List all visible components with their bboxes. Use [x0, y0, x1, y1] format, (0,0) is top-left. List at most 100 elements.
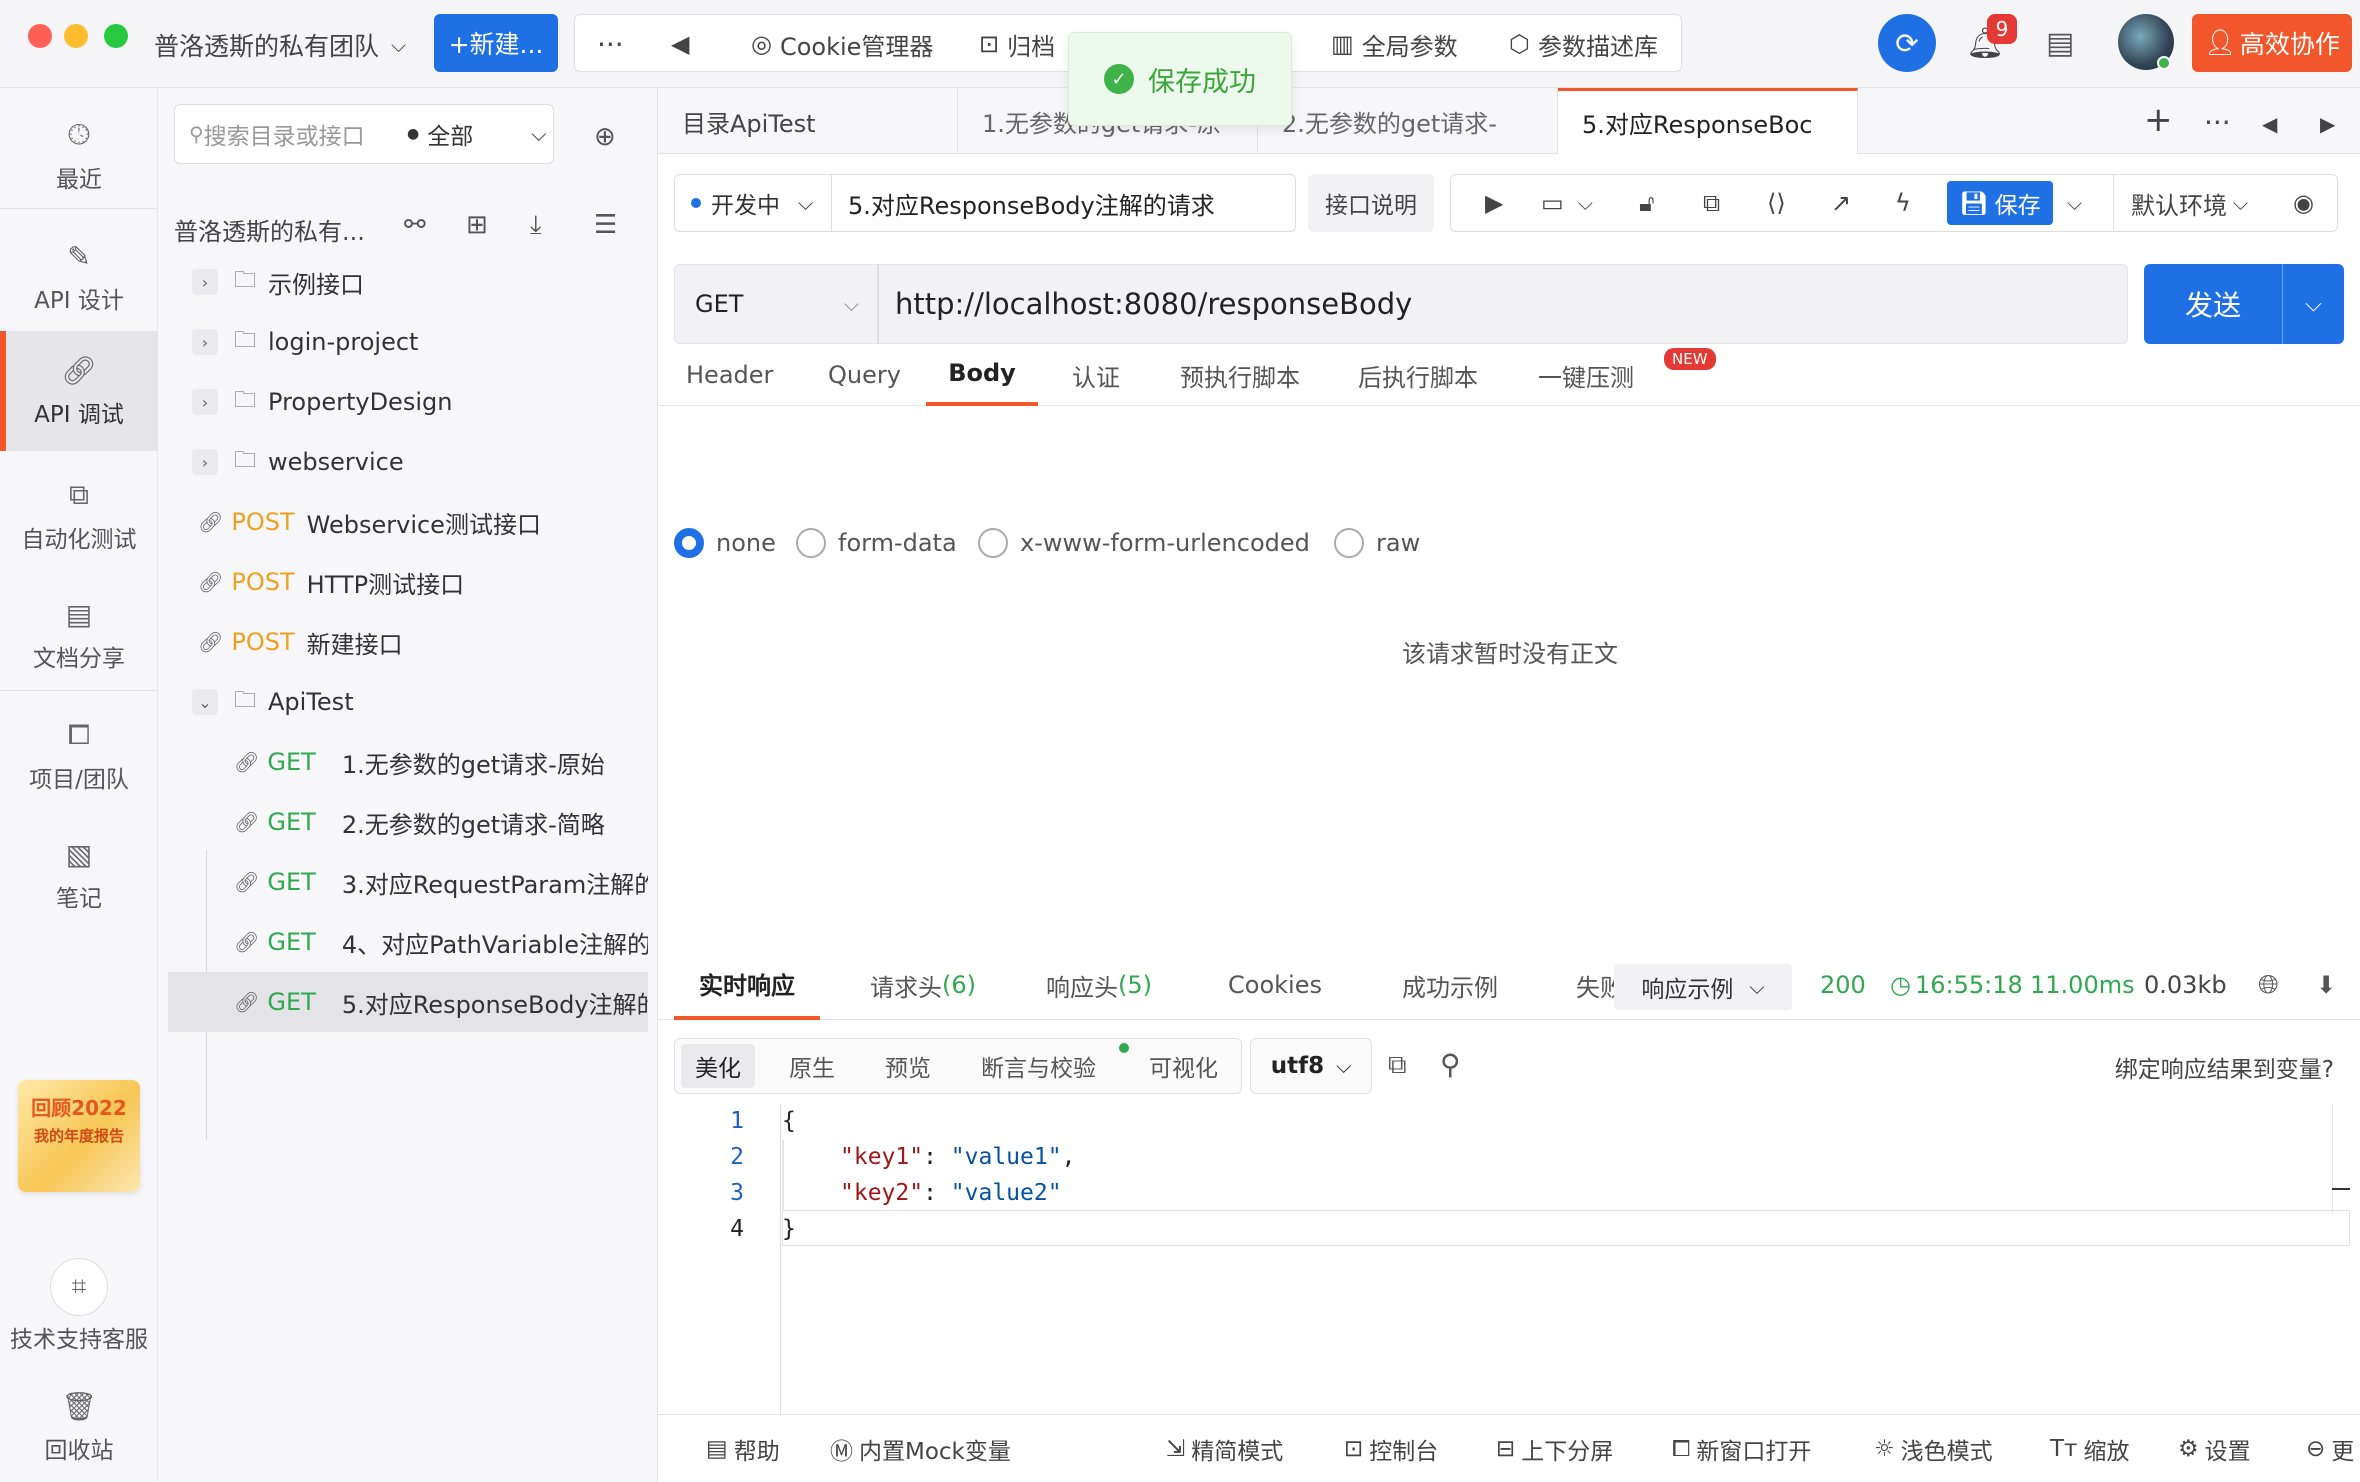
- chevron-down-icon[interactable]: ⌵: [2283, 292, 2344, 317]
- search-icon[interactable]: ⚲: [1440, 1048, 1461, 1081]
- tree-folder[interactable]: › 🗀︎ PropertyDesign: [158, 372, 658, 432]
- nav-recent[interactable]: 🕓︎ 最近: [0, 118, 158, 194]
- tab-fail-example[interactable]: 失败: [1576, 950, 1614, 1020]
- tab-cookies[interactable]: Cookies: [1228, 950, 1322, 1020]
- url-input[interactable]: http://localhost:8080/responseBody: [878, 264, 2128, 344]
- tab-pre-script[interactable]: 预执行脚本: [1180, 344, 1300, 406]
- more-button[interactable]: ···: [597, 15, 624, 73]
- new-folder-icon[interactable]: ⊞: [466, 210, 488, 240]
- console-button[interactable]: ⊡ 控制台: [1344, 1415, 1438, 1482]
- nav-notes[interactable]: ▧ 笔记: [0, 838, 158, 913]
- tab-load-test[interactable]: 一键压测: [1538, 344, 1634, 406]
- new-window-button[interactable]: ⧠ 新窗口打开: [1672, 1415, 1811, 1482]
- mock-vars-button[interactable]: Ⓜ 内置Mock变量: [830, 1415, 1011, 1482]
- compact-mode-button[interactable]: ⇲ 精简模式: [1166, 1415, 1283, 1482]
- bind-response-link[interactable]: 绑定响应结果到变量?: [2115, 1050, 2334, 1084]
- tab-body[interactable]: Body: [926, 344, 1038, 406]
- view-preview[interactable]: 预览: [885, 1039, 931, 1093]
- triangle-left-icon[interactable]: ◀: [2262, 112, 2277, 136]
- nav-auto-test[interactable]: ⧉ 自动化测试: [0, 478, 158, 554]
- maximize-window-button[interactable]: [104, 24, 128, 48]
- api-doc-button[interactable]: 接口说明: [1308, 174, 1434, 232]
- tree-api-item[interactable]: 🔗︎ GET 1.无参数的get请求-原始: [158, 732, 658, 792]
- format-menu[interactable]: ▭ ⌵: [1541, 175, 1593, 231]
- save-button[interactable]: 💾︎ 保存: [1947, 181, 2053, 225]
- team-switcher[interactable]: 普洛透斯的私有团队 ⌵: [154, 27, 406, 63]
- tree-api-item[interactable]: 🔗︎ POST Webservice测试接口: [158, 492, 658, 552]
- request-name-input[interactable]: 5.对应ResponseBody注解的请求: [832, 174, 1296, 232]
- back-button[interactable]: ◀: [671, 15, 689, 73]
- lock-icon[interactable]: 🔓︎: [1639, 175, 1655, 231]
- more-footer-button[interactable]: ⊖ 更: [2306, 1415, 2360, 1482]
- code-icon[interactable]: ⟨⟩: [1767, 175, 1786, 231]
- new-button[interactable]: +新建...: [434, 14, 558, 72]
- collaborate-button[interactable]: 👤︎ 高效协作: [2192, 14, 2352, 72]
- tree-folder-open[interactable]: ⌄ 🗀︎ ApiTest: [158, 672, 658, 732]
- close-window-button[interactable]: [28, 24, 52, 48]
- save-menu-chevron-down-icon[interactable]: ⌵: [2067, 175, 2082, 231]
- tree-folder[interactable]: › 🗀︎ login-project: [158, 312, 658, 372]
- tree-api-item[interactable]: 🔗︎ POST HTTP测试接口: [158, 552, 658, 612]
- support-button[interactable]: ⌗: [50, 1258, 108, 1316]
- more-icon[interactable]: ···: [2204, 106, 2231, 139]
- tree-api-item[interactable]: 🔗︎ POST 新建接口: [158, 612, 658, 672]
- tree-folder[interactable]: › 🗀︎ webservice: [158, 432, 658, 492]
- tree-folder[interactable]: › 🗀︎ 示例接口: [158, 252, 658, 312]
- globe-icon[interactable]: 🌐︎: [2258, 950, 2279, 1020]
- body-type-urlencoded[interactable]: x-www-form-urlencoded: [978, 528, 1310, 558]
- import-icon[interactable]: ⤓: [530, 210, 542, 241]
- nav-trash[interactable]: 🗑︎ 回收站: [0, 1390, 158, 1465]
- share-icon[interactable]: ↗: [1831, 175, 1851, 231]
- tree-search-input[interactable]: ⚲ 搜索目录或接口 ● 全部 ⌵: [174, 104, 554, 164]
- nav-projects[interactable]: ⧠ 项目/团队: [0, 718, 158, 794]
- tab-auth[interactable]: 认证: [1072, 344, 1120, 406]
- download-icon[interactable]: ⬇: [2316, 950, 2336, 1020]
- locate-icon[interactable]: ⊕: [594, 122, 616, 152]
- response-example-select[interactable]: 响应示例 ⌵: [1614, 964, 1792, 1010]
- filter-select[interactable]: ● 全部 ⌵: [407, 105, 546, 163]
- nav-api-debug[interactable]: 🔗︎ API 调试: [0, 331, 158, 451]
- cookie-manager-button[interactable]: ◎ Cookie管理器: [751, 15, 933, 73]
- note-icon[interactable]: ▤: [2046, 26, 2074, 61]
- status-select[interactable]: 开发中 ⌵: [674, 174, 832, 232]
- view-visualize[interactable]: 可视化: [1149, 1039, 1218, 1093]
- environment-select[interactable]: 默认环境 ⌵: [2131, 175, 2248, 231]
- settings-button[interactable]: ⚙ 设置: [2178, 1415, 2251, 1482]
- body-type-raw[interactable]: raw: [1334, 528, 1420, 558]
- triangle-right-icon[interactable]: ▶: [2320, 112, 2335, 136]
- body-type-none[interactable]: none: [674, 528, 776, 558]
- flash-icon[interactable]: ϟ: [1895, 175, 1911, 231]
- eye-icon[interactable]: ◉: [2293, 175, 2314, 231]
- tab-apitest[interactable]: 目录ApiTest: [658, 88, 958, 154]
- tree-api-item-selected[interactable]: 🔗︎ GET 5.对应ResponseBody注解的: [168, 972, 648, 1032]
- zoom-button[interactable]: Tт 缩放: [2050, 1415, 2129, 1482]
- tab-response-headers[interactable]: 响应头 (5): [1046, 950, 1152, 1020]
- tab-success-example[interactable]: 成功示例: [1402, 950, 1498, 1020]
- nav-api-design[interactable]: ✎ API 设计: [0, 240, 158, 315]
- tab-get-2[interactable]: 2.无参数的get请求-: [1258, 88, 1558, 154]
- tree-api-item[interactable]: 🔗︎ GET 4、对应PathVariable注解的: [158, 912, 648, 972]
- sync-button[interactable]: ⟳: [1878, 14, 1936, 72]
- minimap[interactable]: [2332, 1104, 2350, 1214]
- tab-header[interactable]: Header: [686, 344, 773, 406]
- send-button[interactable]: 发送 ⌵: [2144, 264, 2344, 344]
- tab-post-script[interactable]: 后执行脚本: [1358, 344, 1478, 406]
- year-report-banner[interactable]: 回顾2022 我的年度报告: [18, 1080, 140, 1192]
- add-tab-icon[interactable]: +: [2144, 100, 2173, 140]
- view-assertions[interactable]: 断言与校验: [981, 1039, 1096, 1093]
- response-code-editor[interactable]: 1 2 3 4 { "key1": "value1", "key2": "val…: [658, 1104, 2360, 1434]
- add-api-icon[interactable]: ⚯: [404, 210, 426, 240]
- tab-query[interactable]: Query: [828, 344, 901, 406]
- light-mode-button[interactable]: ☼ 浅色模式: [1874, 1415, 1993, 1482]
- split-view-button[interactable]: ⊟ 上下分屏: [1496, 1415, 1613, 1482]
- tab-get-5[interactable]: 5.对应ResponseBoc: [1558, 88, 1858, 154]
- tab-live-response[interactable]: 实时响应: [674, 950, 820, 1020]
- copy-icon[interactable]: ⧉: [1388, 1050, 1407, 1081]
- minimize-window-button[interactable]: [64, 24, 88, 48]
- method-select[interactable]: GET ⌵: [674, 264, 878, 344]
- help-button[interactable]: ▤ 帮助: [706, 1415, 780, 1482]
- nav-doc-share[interactable]: ▤ 文档分享: [0, 598, 158, 673]
- view-pretty[interactable]: 美化: [681, 1044, 755, 1088]
- nav-support-label[interactable]: 技术支持客服: [0, 1320, 158, 1354]
- copy-icon[interactable]: ⧉: [1703, 175, 1720, 231]
